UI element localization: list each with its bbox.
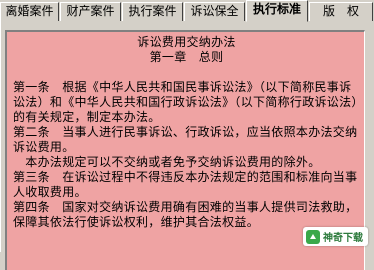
chapter-heading: 第一章 总则 bbox=[149, 50, 224, 64]
tab-panel: 诉讼费用交纳办法 第一章 总则 第一条 根据《中华人民共和国民事诉讼法》（以下简… bbox=[0, 21, 374, 270]
article-paragraph: 第一条 根据《中华人民共和国民事诉讼法》（以下简称民事诉讼法）和《中华人民共和国… bbox=[13, 80, 358, 124]
tab-litigation-preservation[interactable]: 诉讼保全 bbox=[184, 2, 245, 21]
article-paragraph: 第二条 当事人进行民事诉讼、行政诉讼，应当依照本办法交纳诉讼费用。 bbox=[13, 125, 358, 154]
article-paragraph: 第三条 在诉讼过程中不得违反本办法规定的范围和标准向当事人收取费用。 bbox=[13, 170, 358, 199]
document-content: 诉讼费用交纳办法 第一章 总则 第一条 根据《中华人民共和国民事诉讼法》（以下简… bbox=[7, 32, 364, 230]
tab-copyright[interactable]: 版 权 bbox=[309, 2, 373, 21]
tab-property-cases[interactable]: 财产案件 bbox=[60, 2, 121, 21]
site-watermark: 神奇下载 bbox=[303, 227, 368, 246]
document-title: 诉讼费用交纳办法 bbox=[137, 35, 236, 49]
watermark-text: 神奇下载 bbox=[323, 233, 363, 244]
article-paragraph: 第四条 国家对交纳诉讼费用确有困难的当事人提供司法救助，保障其依法行使诉讼权利，… bbox=[13, 200, 358, 229]
article-paragraph: 本办法规定可以不交纳或者免予交纳诉讼费用的除外。 bbox=[13, 155, 321, 169]
tab-execution-standards[interactable]: 执行标准 bbox=[246, 0, 308, 22]
watermark-logo-icon bbox=[306, 229, 320, 244]
tab-bar: 离婚案件 财产案件 执行案件 诉讼保全 执行标准 版 权 bbox=[0, 0, 374, 22]
tab-execution-cases[interactable]: 执行案件 bbox=[122, 2, 183, 21]
tab-divorce-cases[interactable]: 离婚案件 bbox=[0, 2, 59, 21]
